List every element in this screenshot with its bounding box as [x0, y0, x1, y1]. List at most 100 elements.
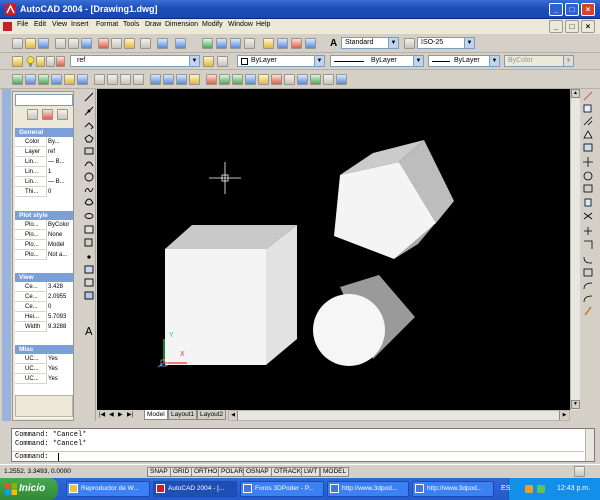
save-icon[interactable] [38, 38, 49, 49]
command-window[interactable]: Command: *Cancel* Command: *Cancel* Comm… [11, 428, 595, 462]
prop-row[interactable]: Hei... 5.7093 [15, 312, 73, 322]
prop-row[interactable]: Ce... 3.428 [15, 282, 73, 292]
command-line-input[interactable]: Command: [12, 451, 584, 461]
menu-modify[interactable]: Modify [202, 21, 223, 28]
menu-file[interactable]: File [17, 21, 28, 28]
doc-restore-button[interactable]: □ [565, 20, 579, 33]
language-indicator[interactable]: ES [501, 478, 510, 500]
orbit-icon[interactable] [206, 74, 217, 85]
tab-last-arrow[interactable]: ▶| [127, 411, 133, 418]
section-general[interactable]: General [15, 128, 73, 137]
prop-row[interactable]: Lin... — B... [15, 177, 73, 187]
zoom-previous-icon[interactable] [244, 38, 255, 49]
view-right-icon[interactable] [51, 74, 62, 85]
quick-select-icon[interactable] [27, 109, 38, 120]
pickadd-icon[interactable] [57, 109, 68, 120]
render-icon[interactable] [258, 74, 269, 85]
prop-row[interactable]: Layer ref [15, 147, 73, 157]
properties-icon[interactable] [263, 38, 274, 49]
sw-iso-icon[interactable] [94, 74, 105, 85]
prop-row[interactable]: Thi... 0 [15, 187, 73, 197]
prop-row[interactable]: Lin... 1 [15, 167, 73, 177]
scroll-left-arrow[interactable]: ◀ [229, 411, 238, 420]
pan-icon[interactable] [202, 38, 213, 49]
scroll-up-arrow[interactable]: ▲ [571, 89, 580, 98]
color-combo[interactable]: ByLayer ▼ [237, 55, 325, 67]
section-plot-style[interactable]: Plot style [15, 211, 73, 220]
help-icon[interactable] [305, 38, 316, 49]
tray-app-icon[interactable] [525, 485, 533, 493]
publish-icon[interactable] [81, 38, 92, 49]
fog-icon[interactable] [323, 74, 334, 85]
tab-next-arrow[interactable]: ▶ [118, 411, 123, 418]
prop-row[interactable]: Ce... 2.0955 [15, 292, 73, 302]
minimize-button[interactable]: _ [549, 3, 563, 16]
menu-draw[interactable]: Draw [145, 21, 161, 28]
zoom-realtime-icon[interactable] [216, 38, 227, 49]
drawing-canvas[interactable]: Y X [97, 89, 570, 410]
close-button[interactable]: × [581, 3, 595, 16]
hidden-icon[interactable] [176, 74, 187, 85]
prop-row[interactable]: Plo... ByColor [15, 220, 73, 230]
tab-layout1[interactable]: Layout1 [168, 410, 198, 420]
materials-icon[interactable] [271, 74, 282, 85]
start-button[interactable]: Inicio [0, 478, 58, 500]
lineweight-combo[interactable]: ByLayer ▼ [428, 55, 500, 67]
print-icon[interactable] [55, 38, 66, 49]
lights-icon[interactable] [284, 74, 295, 85]
dim-style-combo[interactable]: ISO-25 ▼ [417, 37, 475, 49]
section-view[interactable]: View [15, 273, 73, 282]
menu-dimension[interactable]: Dimension [165, 21, 198, 28]
tab-first-arrow[interactable]: |◀ [99, 411, 105, 418]
prop-row[interactable]: UC... Yes [15, 364, 73, 374]
comm-center-icon[interactable] [574, 466, 585, 477]
cut-icon[interactable] [98, 38, 109, 49]
flat-shaded-icon[interactable] [189, 74, 200, 85]
prop-row[interactable]: Ce... 0 [15, 302, 73, 312]
prop-row[interactable]: UC... Yes [15, 354, 73, 364]
make-current-layer-icon[interactable] [203, 56, 214, 67]
osnap-toggle[interactable]: OSNAP [243, 467, 272, 477]
view-back-icon[interactable] [77, 74, 88, 85]
continuous-orbit-icon[interactable] [232, 74, 243, 85]
menu-window[interactable]: Window [228, 21, 253, 28]
freeze-icon[interactable] [36, 56, 45, 67]
grid-toggle[interactable]: GRID [170, 467, 193, 477]
scenes-icon[interactable] [297, 74, 308, 85]
vertical-scrollbar[interactable]: ▲ ▼ [570, 89, 580, 410]
layer-manager-icon[interactable] [12, 56, 23, 67]
select-objects-icon[interactable] [42, 109, 53, 120]
view-front-icon[interactable] [64, 74, 75, 85]
view-left-icon[interactable] [38, 74, 49, 85]
linetype-combo[interactable]: ByLayer ▼ [330, 55, 424, 67]
se-iso-icon[interactable] [107, 74, 118, 85]
prop-row[interactable]: Lin... — B... [15, 157, 73, 167]
paste-icon[interactable] [124, 38, 135, 49]
scroll-right-arrow[interactable]: ▶ [559, 411, 569, 420]
swivel-icon[interactable] [245, 74, 256, 85]
match-properties-icon[interactable] [140, 38, 151, 49]
task-3dpoder-1[interactable]: http://www.3dpod... [327, 481, 409, 497]
preview-icon[interactable] [68, 38, 79, 49]
lwt-toggle[interactable]: LWT [301, 467, 321, 477]
lock-icon[interactable] [46, 56, 55, 67]
otrack-toggle[interactable]: OTRACK [271, 467, 305, 477]
menu-edit[interactable]: Edit [34, 21, 46, 28]
maximize-button[interactable]: □ [565, 3, 579, 16]
zoom-window-icon[interactable] [230, 38, 241, 49]
camera-icon[interactable] [150, 74, 161, 85]
open-icon[interactable] [25, 38, 36, 49]
layer-color-icon[interactable] [56, 56, 65, 67]
menu-help[interactable]: Help [256, 21, 270, 28]
horizontal-scrollbar[interactable]: ◀ ▶ [228, 410, 570, 421]
doc-close-button[interactable]: × [581, 20, 595, 33]
tray-network-icon[interactable] [537, 485, 545, 493]
design-center-icon[interactable] [277, 38, 288, 49]
snap-toggle[interactable]: SNAP [147, 467, 171, 477]
task-foros[interactable]: Foros 3DPoder - P... [240, 481, 324, 497]
task-autocad[interactable]: AutoCAD 2004 - [... [153, 481, 237, 497]
nw-iso-icon[interactable] [133, 74, 144, 85]
doc-minimize-button[interactable]: _ [549, 20, 563, 33]
layer-previous-icon[interactable] [217, 56, 228, 67]
menu-insert[interactable]: Insert [71, 21, 89, 28]
